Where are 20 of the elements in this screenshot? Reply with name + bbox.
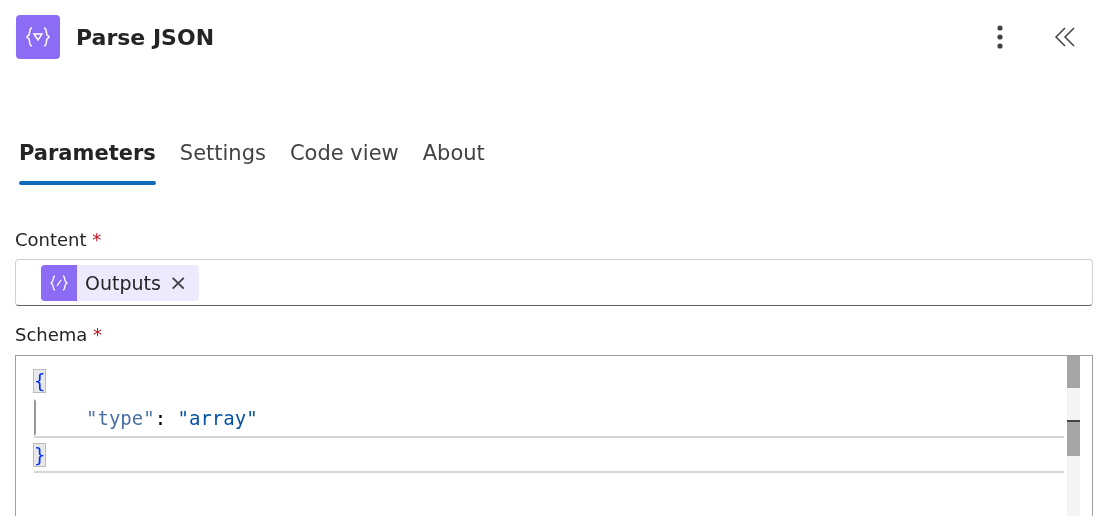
tab[interactable]: Settings bbox=[179, 141, 266, 185]
tab[interactable]: Parameters bbox=[19, 141, 156, 185]
collapse-icon[interactable] bbox=[1054, 26, 1076, 48]
scrollbar[interactable] bbox=[1067, 356, 1080, 516]
code-token: } bbox=[34, 443, 46, 466]
tab[interactable]: Code view bbox=[289, 141, 399, 185]
parse-json-icon bbox=[16, 15, 60, 59]
code-token: "type" bbox=[86, 406, 155, 429]
field-label: Schema * bbox=[15, 324, 104, 345]
panel-title: Parse JSON bbox=[76, 24, 216, 50]
code-token: : bbox=[154, 406, 168, 429]
code-token: "array" bbox=[177, 406, 258, 429]
content-field[interactable]: Outputs × bbox=[15, 259, 1093, 306]
code-token: { bbox=[34, 369, 46, 392]
code-editor[interactable]: { "type": "array" } bbox=[15, 355, 1093, 516]
tab[interactable]: About bbox=[422, 141, 485, 185]
remove-button[interactable]: × bbox=[168, 270, 188, 295]
field-label: Content * bbox=[15, 229, 103, 250]
token-chip[interactable]: Outputs × bbox=[41, 264, 200, 301]
expression-icon bbox=[41, 264, 77, 301]
